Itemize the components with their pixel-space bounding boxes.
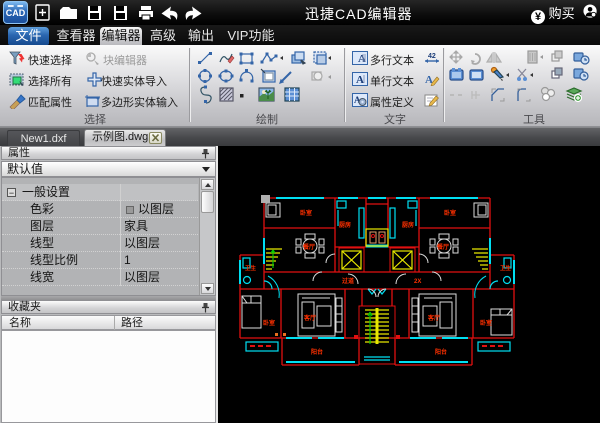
svg-text:卫生: 卫生 <box>500 264 512 272</box>
svg-text:卧室: 卧室 <box>480 319 492 327</box>
svg-text:阳台: 阳台 <box>435 348 447 356</box>
svg-text:客厅: 客厅 <box>427 314 440 322</box>
svg-text:阳台: 阳台 <box>311 348 323 356</box>
svg-text:卫生: 卫生 <box>245 264 257 272</box>
svg-text:厨房: 厨房 <box>402 221 414 229</box>
svg-text:A: A <box>356 74 364 86</box>
svg-text:餐厅: 餐厅 <box>436 243 449 251</box>
svg-text:42: 42 <box>428 53 436 60</box>
svg-text:2X: 2X <box>414 279 421 285</box>
svg-text:过道: 过道 <box>342 277 354 285</box>
svg-text:客厅: 客厅 <box>303 314 316 322</box>
svg-text:卧室: 卧室 <box>263 319 275 327</box>
svg-text:卧室: 卧室 <box>444 209 456 217</box>
svg-text:餐厅: 餐厅 <box>302 243 315 251</box>
svg-text:卧室: 卧室 <box>300 209 312 217</box>
svg-text:厨房: 厨房 <box>339 221 351 229</box>
svg-text:PDF: PDF <box>116 15 125 20</box>
